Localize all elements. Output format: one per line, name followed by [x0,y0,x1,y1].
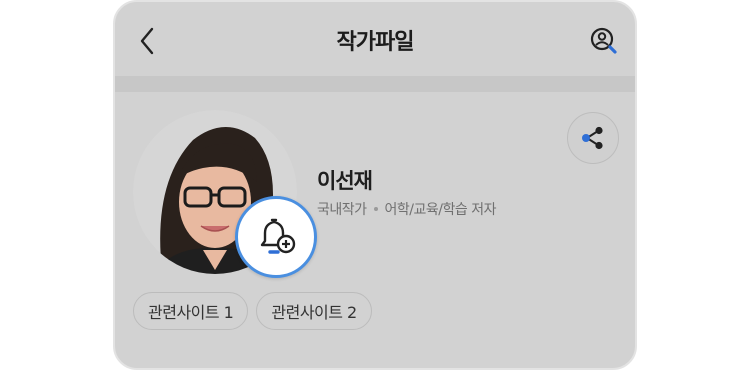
page-title: 작가파일 [336,30,415,55]
related-site-chip-1[interactable]: 관련사이트 1 [133,292,249,330]
related-sites: 관련사이트 1 관련사이트 2 [133,292,372,330]
add-alert-button[interactable] [235,196,317,278]
separator-dot [373,207,378,211]
author-role: 어학/교육/학습 저자 [384,202,497,218]
user-search-icon [590,27,617,54]
related-site-chip-2[interactable]: 관련사이트 2 [256,292,372,330]
share-button[interactable] [567,112,619,164]
bell-plus-icon [260,218,296,254]
author-name: 이선재 [317,169,373,193]
profile-button[interactable] [589,26,619,56]
top-bar: 작가파일 [115,2,635,78]
app-screen: 작가파일 이선재 국내작가 어학/교육/학습 저자 관련사이트 1 관련사이트 … [113,0,637,370]
share-icon [582,126,603,150]
section-divider [115,76,635,92]
author-meta: 국내작가 어학/교육/학습 저자 [317,199,496,219]
author-category: 국내작가 [317,202,367,218]
